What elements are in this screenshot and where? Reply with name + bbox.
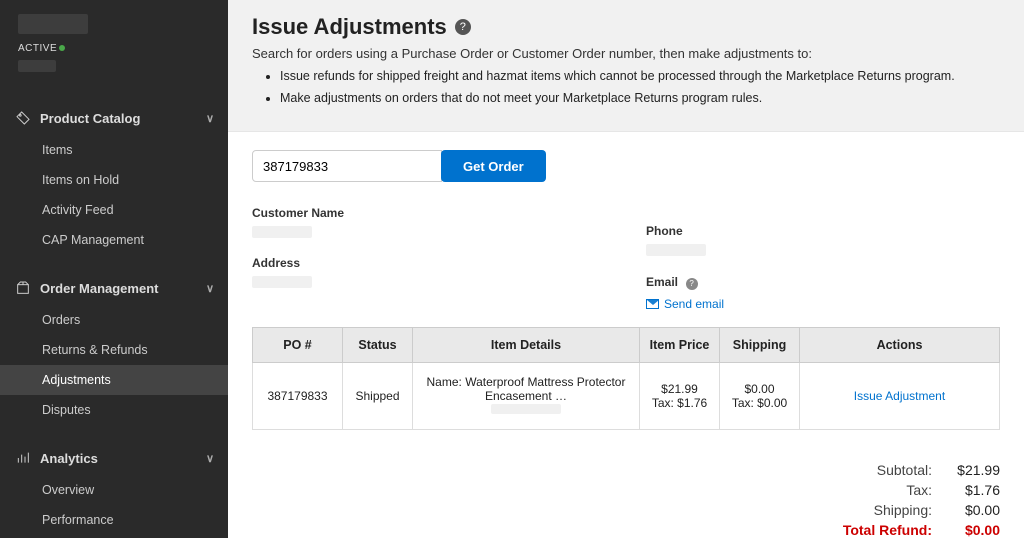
seller-name-redacted [18, 14, 88, 34]
customer-col-left: Customer Name Address [252, 206, 606, 311]
order-number-input[interactable] [252, 150, 442, 182]
status-dot-icon [59, 45, 65, 51]
seller-info-block: ACTIVE [0, 8, 228, 85]
order-search: Get Order [252, 150, 1000, 182]
section-label: Order Management [40, 281, 158, 296]
sidebar-item-overview[interactable]: Overview [0, 475, 228, 505]
help-icon-small[interactable]: ? [686, 278, 698, 290]
sidebar-item-cap-management[interactable]: CAP Management [0, 225, 228, 255]
section-label: Analytics [40, 451, 98, 466]
tax-value: $1.76 [940, 482, 1000, 498]
chart-icon [14, 449, 32, 467]
section-product-catalog[interactable]: Product Catalog ∨ [0, 101, 228, 135]
sidebar-item-returns-refunds[interactable]: Returns & Refunds [0, 335, 228, 365]
status-active: ACTIVE [18, 43, 210, 54]
col-po: PO # [253, 328, 343, 363]
page-title: Issue Adjustments ? [252, 14, 1000, 40]
cell-po: 387179833 [253, 363, 343, 430]
cell-price: $21.99 Tax: $1.76 [640, 363, 720, 430]
page-intro: Search for orders using a Purchase Order… [252, 46, 1000, 61]
sidebar-item-items-on-hold[interactable]: Items on Hold [0, 165, 228, 195]
chevron-down-icon: ∨ [206, 112, 214, 125]
sidebar: ACTIVE Product Catalog ∨ Items Items on … [0, 0, 228, 538]
intro-bullets: Issue refunds for shipped freight and ha… [280, 69, 1000, 105]
sidebar-item-adjustments[interactable]: Adjustments [0, 365, 228, 395]
seller-sub-redacted [18, 60, 56, 72]
order-lines-table: PO # Status Item Details Item Price Ship… [252, 327, 1000, 430]
refund-label: Total Refund: [822, 522, 932, 538]
col-details: Item Details [413, 328, 640, 363]
sidebar-item-performance[interactable]: Performance [0, 505, 228, 535]
subtotal-label: Subtotal: [822, 462, 932, 478]
get-order-button[interactable]: Get Order [441, 150, 546, 182]
customer-name-label: Customer Name [252, 206, 606, 220]
phone-label: Phone [646, 224, 1000, 238]
help-icon[interactable]: ? [455, 19, 471, 35]
col-shipping: Shipping [720, 328, 800, 363]
subtotal-value: $21.99 [940, 462, 1000, 478]
sidebar-item-items[interactable]: Items [0, 135, 228, 165]
item-sub-redacted [491, 404, 561, 414]
email-label: Email [646, 275, 678, 289]
section-order-management[interactable]: Order Management ∨ [0, 271, 228, 305]
table-row: 387179833 Shipped Name: Waterproof Mattr… [253, 363, 1000, 430]
customer-name-value [252, 226, 312, 238]
sidebar-item-activity-feed[interactable]: Activity Feed [0, 195, 228, 225]
address-label: Address [252, 256, 606, 270]
chevron-down-icon: ∨ [206, 452, 214, 465]
customer-col-right: Phone Email ? Send email [646, 206, 1000, 311]
col-actions: Actions [800, 328, 1000, 363]
issue-adjustment-link[interactable]: Issue Adjustment [854, 389, 945, 403]
order-totals: Subtotal: $21.99 Tax: $1.76 Shipping: $0.00… [822, 458, 1000, 538]
section-analytics[interactable]: Analytics ∨ [0, 441, 228, 475]
sidebar-item-orders[interactable]: Orders [0, 305, 228, 335]
box-icon [14, 279, 32, 297]
main-content: Issue Adjustments ? Search for orders us… [228, 0, 1024, 538]
section-label: Product Catalog [40, 111, 140, 126]
intro-bullet: Issue refunds for shipped freight and ha… [280, 69, 1000, 83]
tag-icon [14, 109, 32, 127]
refund-value: $0.00 [940, 522, 1000, 538]
shipping-label: Shipping: [822, 502, 932, 518]
cell-item-details: Name: Waterproof Mattress Protector Enca… [413, 363, 640, 430]
col-status: Status [343, 328, 413, 363]
sidebar-item-disputes[interactable]: Disputes [0, 395, 228, 425]
phone-value [646, 244, 706, 256]
cell-shipping: $0.00 Tax: $0.00 [720, 363, 800, 430]
send-email-link[interactable]: Send email [646, 297, 1000, 311]
cell-actions: Issue Adjustment [800, 363, 1000, 430]
col-price: Item Price [640, 328, 720, 363]
cell-status: Shipped [343, 363, 413, 430]
envelope-icon [646, 299, 659, 309]
intro-bullet: Make adjustments on orders that do not m… [280, 91, 1000, 105]
chevron-down-icon: ∨ [206, 282, 214, 295]
page-header: Issue Adjustments ? Search for orders us… [228, 0, 1024, 132]
tax-label: Tax: [822, 482, 932, 498]
address-value [252, 276, 312, 288]
shipping-value: $0.00 [940, 502, 1000, 518]
